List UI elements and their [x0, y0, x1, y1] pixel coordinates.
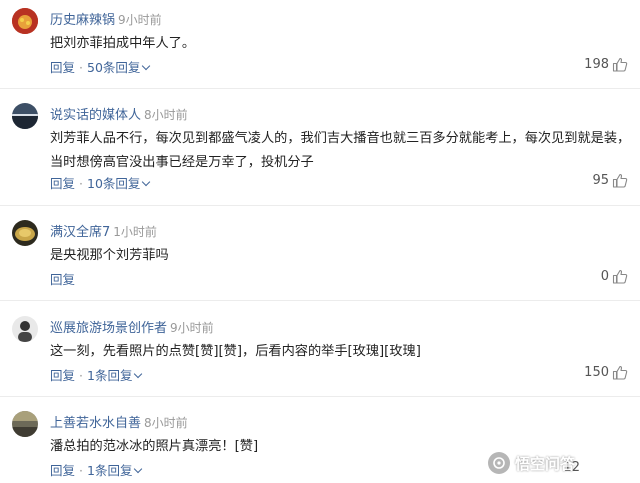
divider [0, 205, 640, 206]
comment-time: 1小时前 [113, 225, 157, 239]
commenter-name[interactable]: 巡展旅游场景创作者 9小时前 [50, 317, 214, 336]
avatar[interactable] [12, 220, 38, 246]
chevron-down-icon [142, 61, 151, 71]
view-replies-label[interactable]: 1条回复 [87, 368, 132, 383]
chevron-down-icon [134, 369, 143, 379]
comment-actions: 回复 · 1条回复 [50, 460, 143, 479]
avatar[interactable] [12, 316, 38, 342]
chevron-down-icon [134, 464, 143, 474]
view-replies-label[interactable]: 1条回复 [87, 463, 132, 478]
separator-dot: · [79, 463, 83, 478]
comment-actions: 回复 · 10条回复 [50, 173, 151, 192]
divider [0, 300, 640, 301]
comment-text-line: 当时想傍高官没出事已经是万幸了，投机分子 [50, 155, 314, 170]
like-button[interactable]: 0 [601, 269, 628, 284]
avatar[interactable] [12, 411, 38, 437]
comment-text-line: 刘芳菲人品不行，每次见到都盛气凌人的，我们吉大播音也就三百多分就能考上，每次见到… [50, 131, 631, 146]
comment-text-line: 是央视那个刘芳菲吗 [50, 248, 169, 263]
like-button[interactable]: 150 [584, 365, 628, 380]
like-count: 95 [592, 173, 609, 188]
comment-actions: 回复 · 1条回复 [50, 365, 143, 384]
comment-text-line: 把刘亦菲拍成中年人了。 [50, 36, 196, 51]
commenter-name[interactable]: 上善若水水自善 8小时前 [50, 412, 188, 431]
like-button[interactable]: 95 [592, 173, 628, 188]
commenter-name-text[interactable]: 巡展旅游场景创作者 [50, 321, 167, 336]
like-count: 198 [584, 57, 609, 72]
comment-text: 这一刻，先看照片的点赞[赞][赞]，后看内容的举手[玫瑰][玫瑰] [50, 340, 620, 364]
separator-dot: · [79, 176, 83, 191]
reply-button[interactable]: 回复 [50, 463, 75, 478]
separator-dot: · [79, 368, 83, 383]
view-replies-button[interactable]: 1条回复 [87, 368, 143, 383]
commenter-name[interactable]: 历史麻辣锅 9小时前 [50, 9, 162, 28]
divider [0, 88, 640, 89]
separator-dot: · [79, 60, 83, 75]
like-button[interactable]: 198 [584, 57, 628, 72]
view-replies-button[interactable]: 50条回复 [87, 60, 151, 75]
thumbs-up-icon [612, 269, 628, 284]
comment-time: 8小时前 [144, 108, 188, 122]
thumbs-up-icon [612, 173, 628, 188]
comment-time: 9小时前 [118, 13, 162, 27]
comment-text: 是央视那个刘芳菲吗 [50, 244, 620, 268]
commenter-name[interactable]: 满汉全席7 1小时前 [50, 221, 157, 240]
watermark-text: 悟空问答 [515, 454, 576, 473]
view-replies-label[interactable]: 50条回复 [87, 60, 140, 75]
like-count: 0 [600, 269, 609, 284]
watermark-logo-icon [488, 452, 510, 474]
reply-button[interactable]: 回复 [50, 272, 75, 287]
comment-actions: 回复 · 50条回复 [50, 57, 151, 76]
commenter-name-text[interactable]: 上善若水水自善 [50, 416, 141, 431]
view-replies-button[interactable]: 1条回复 [87, 463, 143, 478]
watermark: 悟空问答 [488, 450, 633, 476]
reply-button[interactable]: 回复 [50, 176, 75, 191]
avatar[interactable] [12, 103, 38, 129]
reply-button[interactable]: 回复 [50, 368, 75, 383]
chevron-down-icon [142, 177, 151, 187]
comment-actions: 回复 [50, 269, 75, 288]
commenter-name-text[interactable]: 历史麻辣锅 [50, 13, 115, 28]
thumbs-up-icon [612, 57, 628, 72]
view-replies-button[interactable]: 10条回复 [87, 176, 151, 191]
commenter-name-text[interactable]: 满汉全席7 [50, 225, 110, 240]
avatar[interactable] [12, 8, 38, 34]
thumbs-up-icon [612, 365, 628, 380]
commenter-name-text[interactable]: 说实话的媒体人 [50, 108, 141, 123]
reply-button[interactable]: 回复 [50, 60, 75, 75]
commenter-name[interactable]: 说实话的媒体人 8小时前 [50, 104, 188, 123]
comment-text: 把刘亦菲拍成中年人了。 [50, 32, 620, 56]
divider [0, 396, 640, 397]
like-count: 150 [584, 365, 609, 380]
comment-time: 9小时前 [170, 321, 214, 335]
comment-time: 8小时前 [144, 416, 188, 430]
comment-text-line: 这一刻，先看照片的点赞[赞][赞]，后看内容的举手[玫瑰][玫瑰] [50, 344, 421, 359]
comment-text: 刘芳菲人品不行，每次见到都盛气凌人的，我们吉大播音也就三百多分就能考上，每次见到… [50, 127, 631, 175]
view-replies-label[interactable]: 10条回复 [87, 176, 140, 191]
